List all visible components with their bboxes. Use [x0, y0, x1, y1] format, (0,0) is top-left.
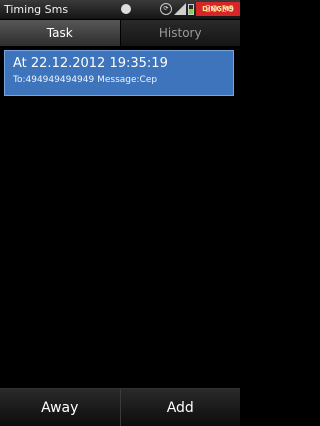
add-button[interactable]: Add — [121, 389, 241, 426]
task-time: At 22.12.2012 19:35:19 — [13, 56, 168, 71]
tab-bar: Task History — [0, 20, 240, 46]
task-detail: To:494949494949 Message:Cep — [13, 75, 158, 85]
tab-history[interactable]: History — [120, 20, 240, 46]
bottom-bar: Away Add — [0, 388, 240, 426]
app-title: Timing Sms — [4, 3, 69, 16]
signal-icon — [174, 3, 186, 15]
status-bar: Timing Sms ⟳ DiNGM9 20:36 — [0, 0, 240, 19]
battery-icon — [188, 4, 194, 15]
clock: 20:36 — [205, 4, 234, 15]
task-list-item[interactable]: At 22.12.2012 19:35:19 To:494949494949 M… — [4, 50, 234, 96]
usb-icon — [121, 4, 131, 14]
sync-icon: ⟳ — [160, 3, 172, 15]
away-button[interactable]: Away — [0, 389, 121, 426]
tab-task[interactable]: Task — [0, 20, 121, 46]
